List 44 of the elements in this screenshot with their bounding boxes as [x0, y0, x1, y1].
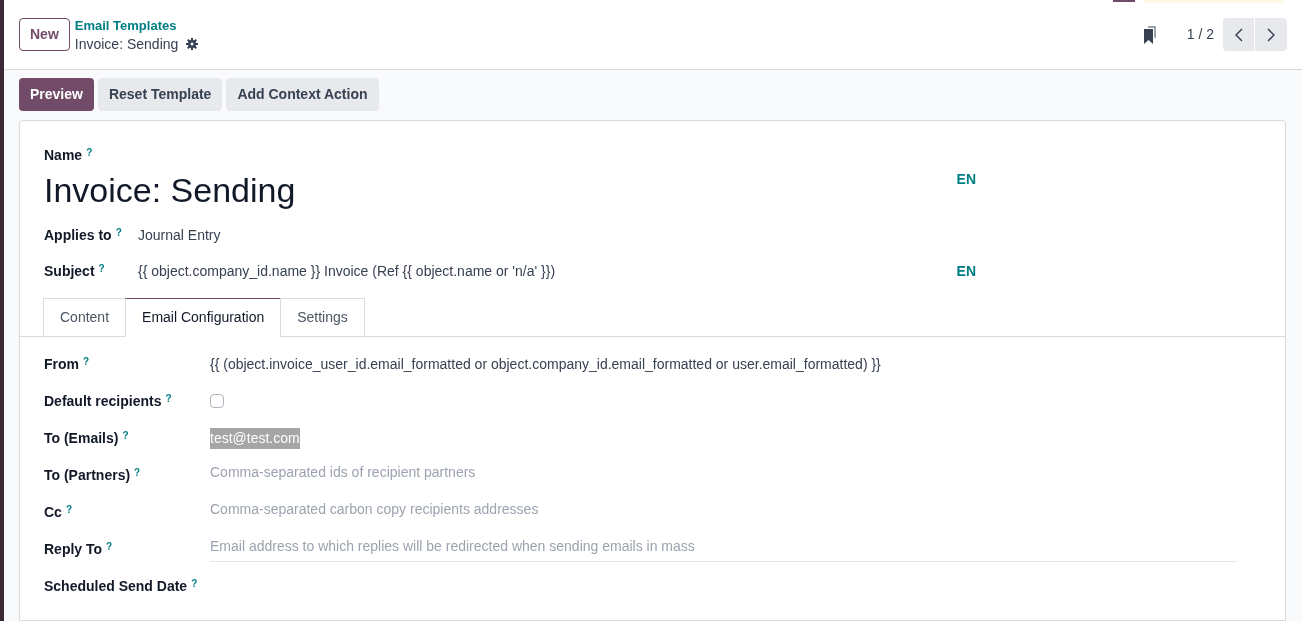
input-field[interactable]: Comma-separated ids of recipient partners — [210, 462, 1237, 488]
record-name[interactable]: Invoice: Sending — [44, 168, 296, 212]
field-label: Scheduled Send Date — [44, 576, 188, 596]
language-button[interactable]: EN — [956, 168, 976, 190]
chevron-left-icon — [1234, 27, 1243, 42]
help-icon[interactable]: ? — [165, 390, 172, 406]
action-button[interactable]: Add Context Action — [226, 78, 379, 111]
new-button[interactable]: New — [19, 18, 70, 51]
field-value[interactable]: {{ object.company_id.name }} Invoice (Ref {{ object.name or 'n/a' }}) — [138, 260, 556, 282]
field-label: Applies to — [44, 225, 112, 245]
language-button[interactable]: EN — [956, 260, 976, 282]
input-field[interactable]: Email address to which replies will be redirected when sending emails in mass — [210, 536, 1237, 562]
input-field[interactable]: Comma-separated carbon copy recipients addresses — [210, 499, 1237, 525]
settings-icon[interactable] — [186, 37, 199, 50]
field-label: Subject — [44, 261, 95, 281]
field-label: To (Partners) — [44, 465, 131, 485]
field-label: Cc — [44, 502, 62, 522]
help-icon[interactable]: ? — [115, 224, 122, 240]
tab[interactable]: Email Configuration — [125, 298, 282, 337]
field-value[interactable]: {{ (object.invoice_user_id.email_formatted or object.company_id.email_formatted or user.email_formatted) }} — [210, 353, 881, 375]
pager-value[interactable]: 1 / 2 — [1186, 24, 1214, 45]
breadcrumb-link[interactable]: Email Templates — [74, 16, 199, 35]
chevron-right-icon — [1267, 27, 1275, 42]
help-icon[interactable]: ? — [122, 427, 129, 443]
field-label: Default recipients — [44, 391, 162, 411]
tab[interactable]: Settings — [280, 298, 365, 337]
action-button[interactable]: Preview — [19, 78, 94, 111]
checkbox[interactable] — [210, 394, 224, 408]
field-value[interactable]: Journal Entry — [138, 224, 221, 246]
help-icon[interactable]: ? — [83, 353, 90, 369]
help-icon[interactable]: ? — [134, 464, 141, 480]
help-icon[interactable]: ? — [106, 538, 113, 554]
action-button[interactable]: Reset Template — [97, 78, 223, 111]
field-label: To (Emails) — [44, 428, 119, 448]
help-icon[interactable]: ? — [65, 501, 72, 517]
bookmark-icon[interactable] — [1142, 25, 1157, 44]
record-title: Invoice: Sending — [74, 34, 179, 53]
field-label: From — [44, 354, 79, 374]
help-icon[interactable]: ? — [191, 575, 198, 591]
field-label: Name — [44, 146, 83, 165]
tab[interactable]: Content — [43, 298, 127, 337]
field-label: Reply To — [44, 539, 103, 559]
help-icon[interactable]: ? — [86, 145, 93, 160]
help-icon[interactable]: ? — [98, 260, 105, 276]
